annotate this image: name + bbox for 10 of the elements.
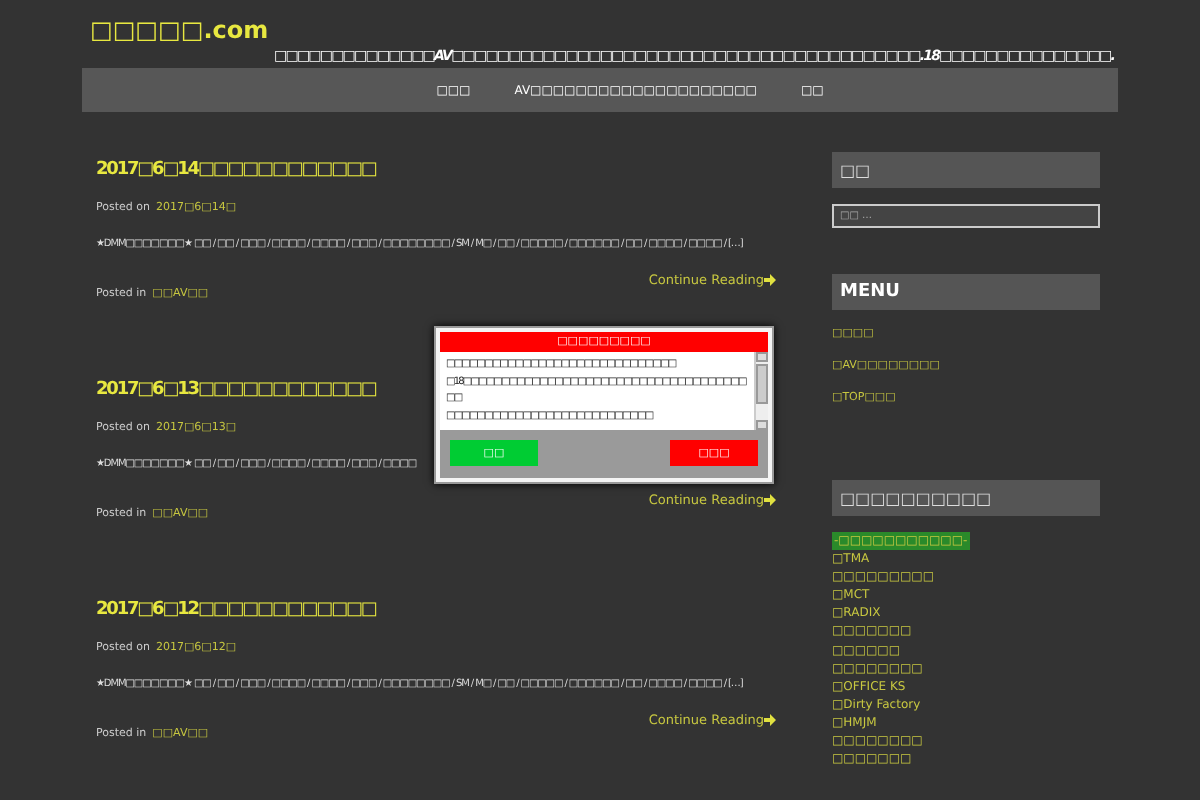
widget-heading: □□□□□□□□□□ (832, 480, 1100, 516)
arrow-icon (764, 274, 776, 286)
site-title[interactable]: □□□□□.com (90, 16, 1114, 44)
scrollbar[interactable] (754, 352, 768, 430)
post-title[interactable]: 2017□6□14□□□□□□□□□□□□ (96, 160, 776, 180)
arrow-icon (764, 494, 776, 506)
widget-heading: MENU (832, 274, 1100, 310)
arrow-icon (764, 714, 776, 726)
post-title[interactable]: 2017□6□12□□□□□□□□□□□□ (96, 600, 776, 620)
widget-heading: □□ (832, 152, 1100, 188)
